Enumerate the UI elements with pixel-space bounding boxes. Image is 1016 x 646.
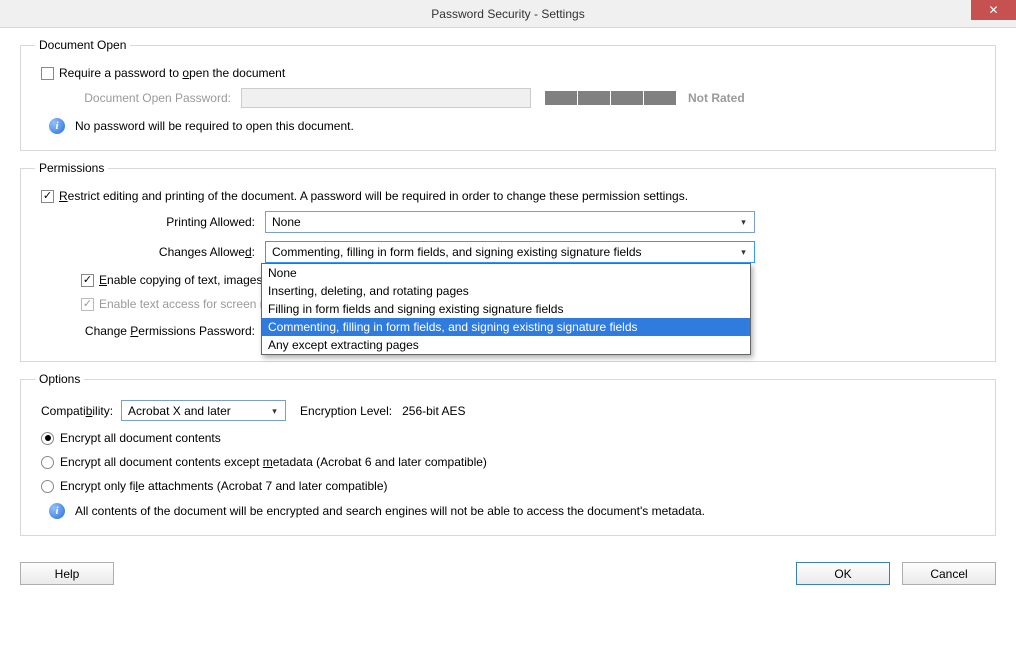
enable-copying-label: Enable copying of text, images, an xyxy=(99,273,282,287)
dropdown-option[interactable]: None xyxy=(262,264,750,282)
compatibility-select[interactable]: Acrobat X and later ▾ xyxy=(121,400,286,421)
ok-button[interactable]: OK xyxy=(796,562,890,585)
require-password-label: Require a password to open the document xyxy=(59,66,285,80)
help-button[interactable]: Help xyxy=(20,562,114,585)
permissions-group: Permissions Restrict editing and printin… xyxy=(20,161,996,362)
change-permissions-password-label: Change Permissions Password: xyxy=(35,324,265,338)
changes-allowed-label: Changes Allowed: xyxy=(35,245,265,259)
info-icon: i xyxy=(49,118,65,134)
compatibility-label: Compatibility: xyxy=(41,404,113,418)
strength-bar xyxy=(611,91,643,105)
encryption-level-label: Encryption Level: xyxy=(300,404,392,418)
encrypt-attachments-radio[interactable] xyxy=(41,480,54,493)
changes-allowed-value: Commenting, filling in form fields, and … xyxy=(272,245,642,259)
options-legend: Options xyxy=(35,372,84,386)
enable-copying-checkbox[interactable] xyxy=(81,274,94,287)
dropdown-option[interactable]: Commenting, filling in form fields, and … xyxy=(262,318,750,336)
options-group: Options Compatibility: Acrobat X and lat… xyxy=(20,372,996,536)
document-open-group: Document Open Require a password to open… xyxy=(20,38,996,151)
strength-bar xyxy=(545,91,577,105)
encrypt-all-radio[interactable] xyxy=(41,432,54,445)
changes-allowed-dropdown[interactable]: NoneInserting, deleting, and rotating pa… xyxy=(261,263,751,355)
strength-bar xyxy=(644,91,676,105)
printing-allowed-value: None xyxy=(272,215,301,229)
doc-open-password-input xyxy=(241,88,531,108)
compatibility-value: Acrobat X and later xyxy=(128,404,231,418)
printing-allowed-label: Printing Allowed: xyxy=(35,215,265,229)
chevron-down-icon: ▾ xyxy=(267,404,282,418)
strength-bar xyxy=(578,91,610,105)
encryption-level-value: 256-bit AES xyxy=(402,404,465,418)
encrypt-all-label: Encrypt all document contents xyxy=(60,431,221,445)
doc-open-info-text: No password will be required to open thi… xyxy=(75,119,354,133)
window-title: Password Security - Settings xyxy=(431,7,584,21)
cancel-button[interactable]: Cancel xyxy=(902,562,996,585)
restrict-editing-checkbox[interactable] xyxy=(41,190,54,203)
info-icon: i xyxy=(49,503,65,519)
permissions-legend: Permissions xyxy=(35,161,108,175)
doc-open-password-label: Document Open Password: xyxy=(41,91,241,105)
encrypt-except-metadata-label: Encrypt all document contents except met… xyxy=(60,455,487,469)
dropdown-option[interactable]: Any except extracting pages xyxy=(262,336,750,354)
document-open-legend: Document Open xyxy=(35,38,130,52)
restrict-editing-label: Restrict editing and printing of the doc… xyxy=(59,189,688,203)
dialog-button-row: Help OK Cancel xyxy=(0,556,1016,585)
encrypt-attachments-label: Encrypt only file attachments (Acrobat 7… xyxy=(60,479,388,493)
options-info-text: All contents of the document will be enc… xyxy=(75,504,705,518)
chevron-down-icon: ▾ xyxy=(736,215,751,229)
enable-text-access-checkbox xyxy=(81,298,94,311)
password-rating: Not Rated xyxy=(688,91,745,105)
chevron-down-icon: ▾ xyxy=(736,245,751,259)
close-icon: ✕ xyxy=(988,3,998,17)
dropdown-option[interactable]: Inserting, deleting, and rotating pages xyxy=(262,282,750,300)
titlebar: Password Security - Settings ✕ xyxy=(0,0,1016,28)
changes-allowed-select[interactable]: Commenting, filling in form fields, and … xyxy=(265,241,755,263)
encrypt-except-metadata-radio[interactable] xyxy=(41,456,54,469)
close-button[interactable]: ✕ xyxy=(971,0,1016,20)
require-password-checkbox[interactable] xyxy=(41,67,54,80)
printing-allowed-select[interactable]: None ▾ xyxy=(265,211,755,233)
password-strength-meter xyxy=(545,91,676,105)
dropdown-option[interactable]: Filling in form fields and signing exist… xyxy=(262,300,750,318)
